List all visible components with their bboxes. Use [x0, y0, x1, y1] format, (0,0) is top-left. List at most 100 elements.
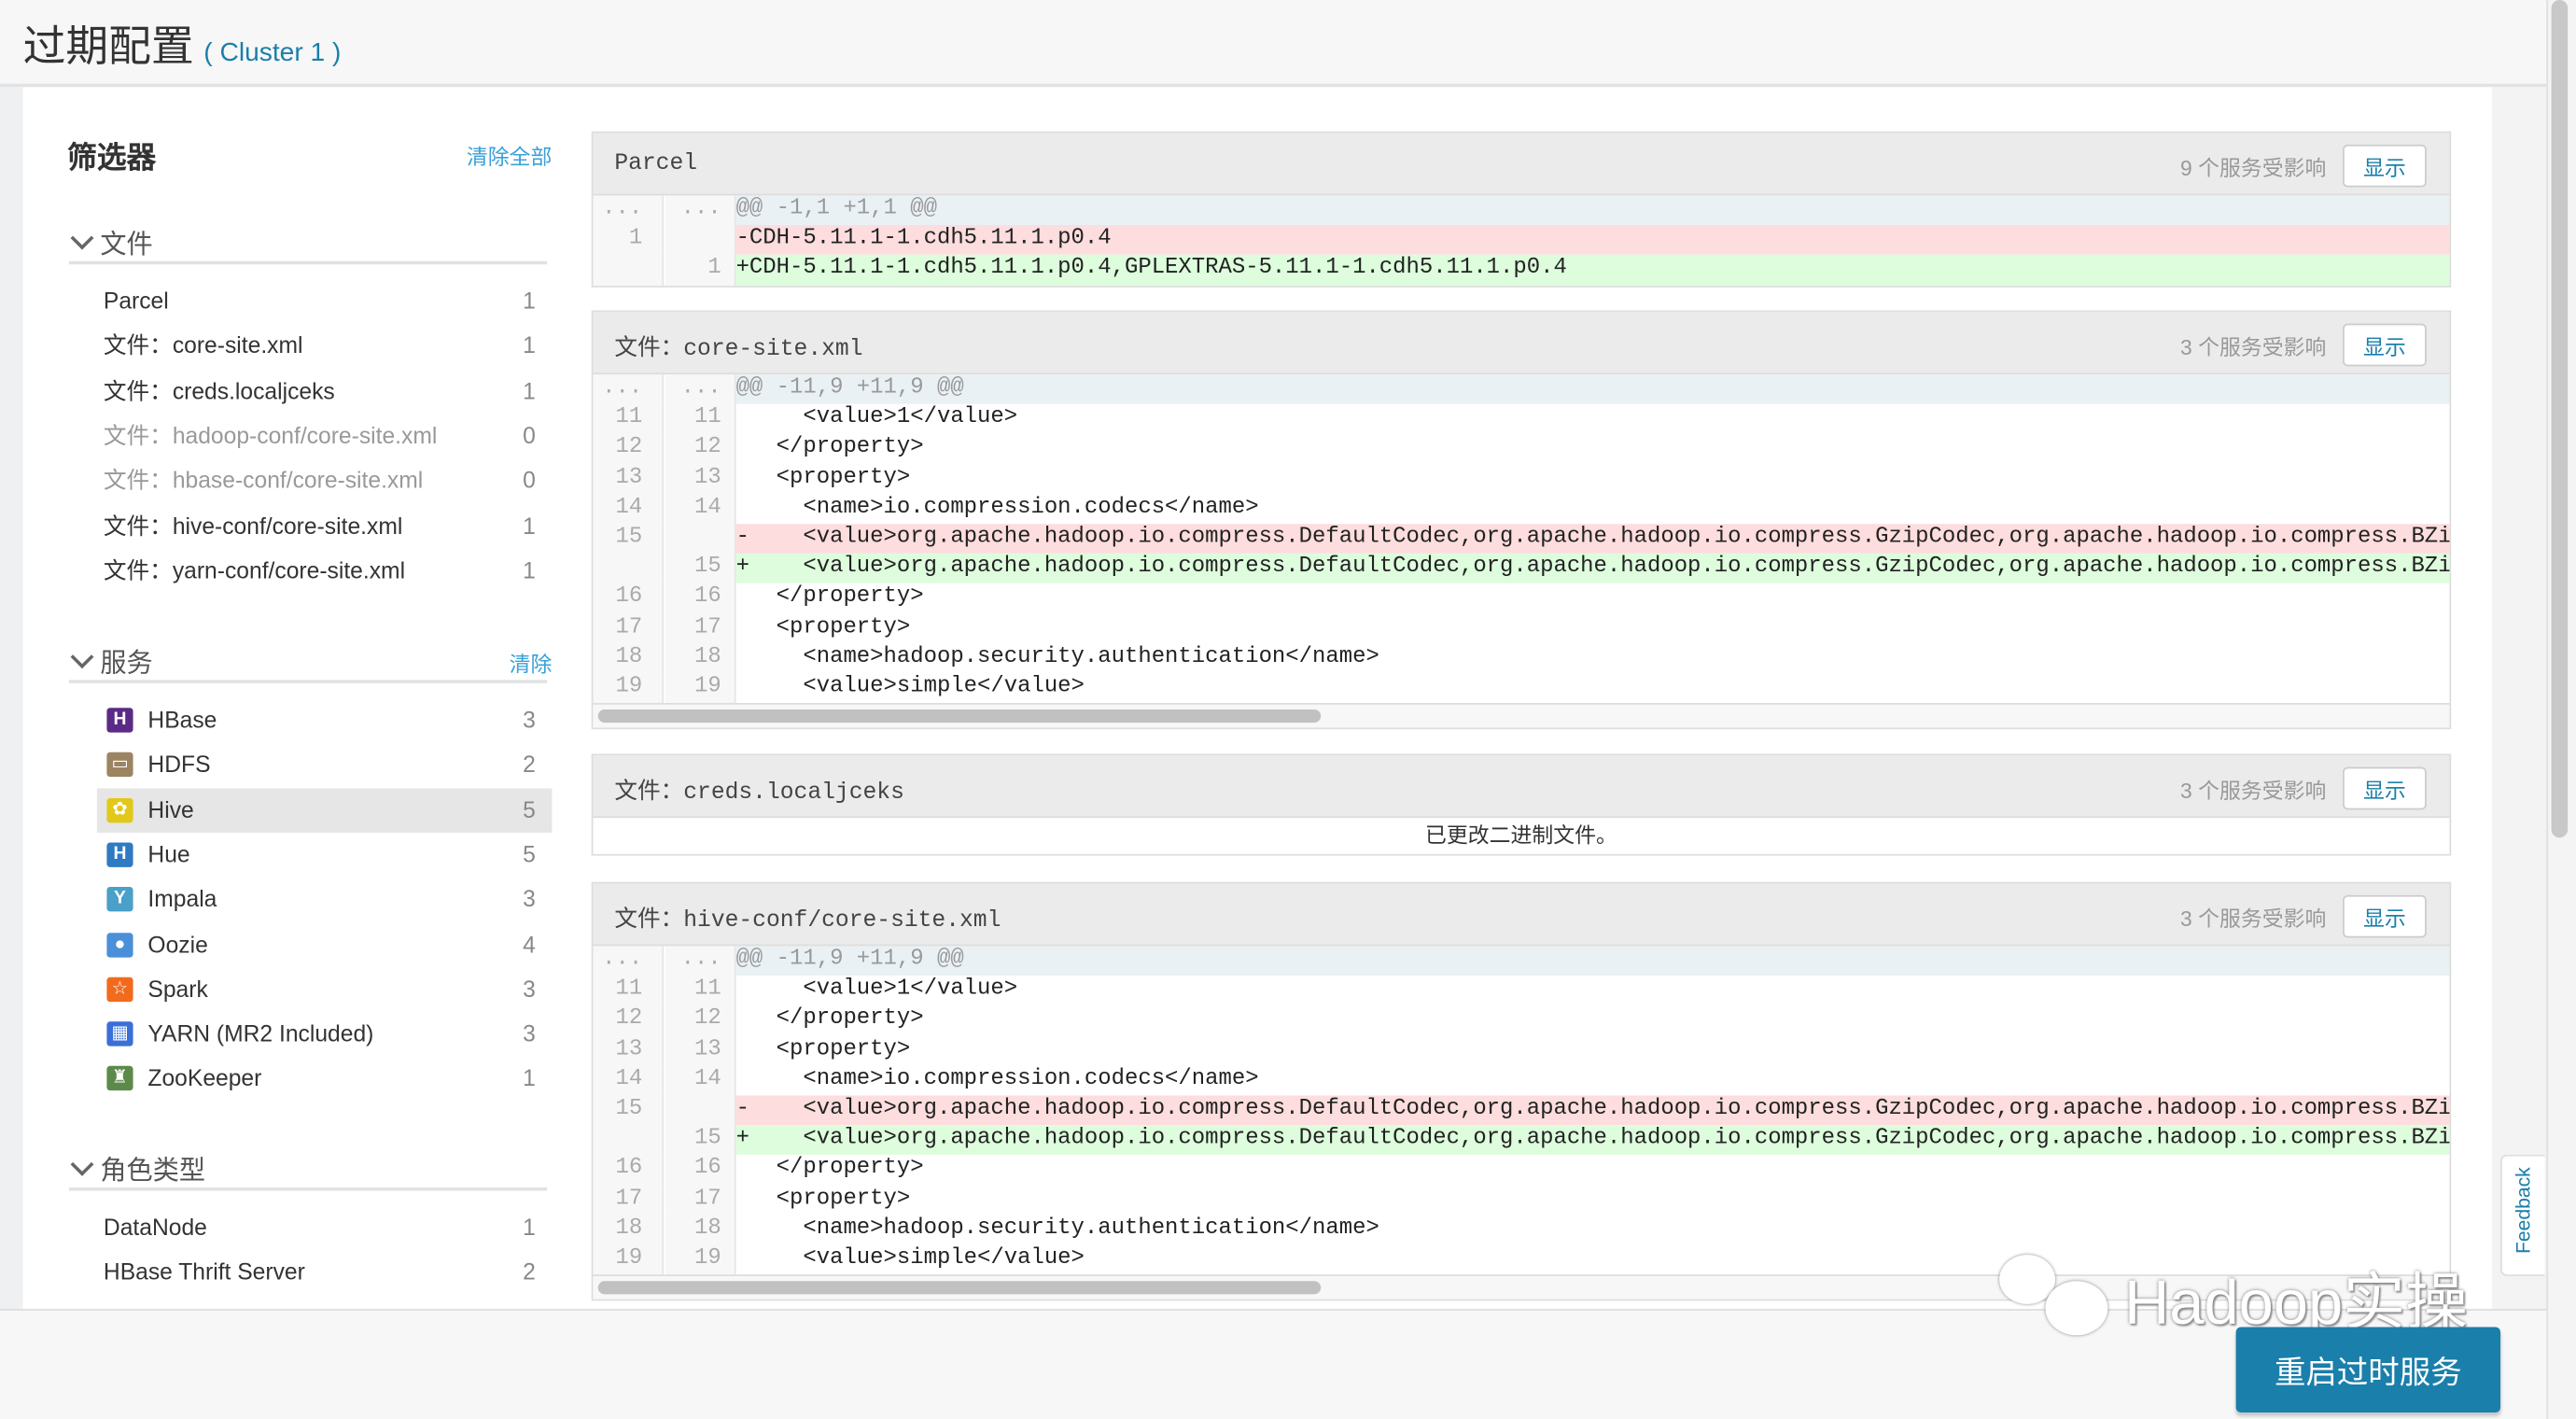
diff-line-ctx: 16 16 </property>	[593, 1155, 2449, 1186]
old-line-number: ...	[593, 946, 665, 976]
filter-item[interactable]: Parcel 1	[97, 279, 553, 324]
page: 过期配置( Cluster 1 ) 筛选器 清除全部 文件 Parcel 1 文件：…	[0, 0, 2576, 1419]
filter-item[interactable]: ● Oozie 4	[97, 922, 553, 967]
filter-item[interactable]: 文件：hadoop-conf/core-site.xml 0	[97, 414, 553, 458]
diff-line-code: + <value>org.apache.hadoop.io.compress.D…	[735, 554, 2450, 584]
new-line-number: 11	[665, 976, 736, 1006]
page-scrollbar-thumb[interactable]	[2551, 0, 2569, 838]
section-services-header[interactable]: 服务	[68, 640, 548, 683]
filter-item-label: Impala	[147, 885, 217, 912]
filter-item[interactable]: 文件：yarn-conf/core-site.xml 1	[97, 548, 553, 593]
filter-item-label: 文件：creds.localjceks	[103, 376, 335, 404]
diff-panel-header: Parcel 9 个服务受影响 显示	[593, 133, 2450, 196]
new-line-number: 18	[665, 1215, 736, 1245]
diff-line-ctx: 14 14 <name>io.compression.codecs</name>	[593, 494, 2449, 525]
filter-item-count: 0	[523, 466, 536, 494]
page-title: 过期配置 ( Cluster 1 )	[23, 13, 342, 74]
show-button[interactable]: 显示	[2343, 894, 2427, 938]
diff-line-code: <name>hadoop.security.authentication</na…	[735, 1216, 1379, 1242]
filter-item[interactable]: 文件：hive-conf/core-site.xml 1	[97, 503, 553, 548]
filter-item-label: Oozie	[147, 930, 208, 957]
new-line-number: 16	[665, 1155, 736, 1186]
old-line-number: 11	[593, 404, 665, 435]
section-files-header[interactable]: 文件	[68, 222, 548, 265]
right-gutter	[2492, 87, 2547, 1310]
impala-icon: Y	[106, 887, 133, 912]
filter-item[interactable]: Y Impala 3	[97, 878, 553, 922]
diff-line-ctx: 13 13 <property>	[593, 1035, 2449, 1066]
old-line-number: 13	[593, 1035, 665, 1066]
diff-line-code: -CDH-5.11.1-1.cdh5.11.1.p0.4	[735, 225, 2450, 256]
diff-line-ctx: 17 17 <property>	[593, 1185, 2449, 1215]
wechat-bubble-icon	[1999, 1255, 2056, 1304]
diff-line-ctx: 11 11 <value>1</value>	[593, 976, 2449, 1006]
filter-item[interactable]: H Hue 5	[97, 833, 553, 878]
hue-icon: H	[106, 842, 133, 867]
show-button[interactable]: 显示	[2343, 144, 2427, 188]
filter-item[interactable]: ☆ Spark 3	[97, 967, 553, 1012]
filter-item[interactable]: ▭ HDFS 2	[97, 743, 553, 788]
horizontal-scrollbar-thumb[interactable]	[597, 1281, 1322, 1295]
filter-item[interactable]: DataNode 1	[97, 1205, 553, 1250]
wechat-bubble-icon	[2045, 1281, 2108, 1336]
filter-item-count: 1	[523, 556, 536, 583]
clear-services-link[interactable]: 清除	[510, 647, 553, 678]
show-button[interactable]: 显示	[2343, 766, 2427, 810]
filter-item[interactable]: 文件：creds.localjceks 1	[97, 369, 553, 414]
cluster-link[interactable]: ( Cluster 1 )	[203, 39, 341, 67]
filter-item-count: 1	[523, 287, 536, 315]
filter-item[interactable]: H HBase 3	[97, 698, 553, 743]
filter-item-count: 3	[523, 706, 536, 733]
diff-panel: Parcel 9 个服务受影响 显示...... @@ -1,1 +1,1 @@ 1 -C…	[591, 131, 2452, 288]
diff-line-code: <name>io.compression.codecs</name>	[735, 495, 1259, 521]
old-line-number: ...	[593, 195, 665, 226]
new-line-number: ...	[665, 946, 736, 976]
old-line-number: 18	[593, 643, 665, 674]
diff-line-ctx: 16 16 </property>	[593, 583, 2449, 614]
filter-item-label: Hue	[147, 840, 190, 867]
diff-line-code: <property>	[735, 1037, 911, 1062]
show-button[interactable]: 显示	[2343, 323, 2427, 367]
filter-item-label: Parcel	[103, 287, 169, 315]
filter-item[interactable]: ✿ Hive 5	[96, 787, 553, 833]
chevron-down-icon	[70, 1152, 94, 1176]
new-line-number: 15	[665, 1125, 736, 1156]
new-line-number: 17	[665, 613, 736, 644]
diff-line-ctx: 19 19 <value>simple</value>	[593, 673, 2449, 704]
clear-all-link[interactable]: 清除全部	[467, 140, 553, 171]
hbase-icon: H	[106, 708, 133, 733]
diff-line-code: - <value>org.apache.hadoop.io.compress.D…	[735, 1095, 2450, 1126]
filter-item[interactable]: HBase Thrift Server 2	[97, 1250, 553, 1295]
new-line-number: 14	[665, 494, 736, 525]
diff-line-code: <value>1</value>	[735, 977, 1018, 1003]
old-line-number: 17	[593, 613, 665, 644]
restart-stale-services-button[interactable]: 重启过时服务	[2235, 1327, 2501, 1412]
filter-item[interactable]: ♜ ZooKeeper 1	[97, 1057, 553, 1102]
section-roles-header[interactable]: 角色类型	[68, 1148, 548, 1191]
diff-line-code: </property>	[735, 1007, 924, 1033]
diff-line-ctx: 18 18 <name>hadoop.security.authenticatio…	[593, 643, 2449, 674]
section-files-label: 文件	[100, 232, 153, 260]
filter-item[interactable]: 文件：hbase-conf/core-site.xml 0	[97, 458, 553, 503]
diff-line-hunk: ...... @@ -1,1 +1,1 @@	[593, 195, 2450, 226]
filter-item-label: HDFS	[147, 751, 211, 778]
feedback-tab[interactable]: Feedback	[2500, 1154, 2545, 1276]
filter-item[interactable]: 文件：core-site.xml 1	[97, 324, 553, 369]
diff-line-code: <name>hadoop.security.authentication</na…	[735, 644, 1379, 670]
chevron-down-icon	[70, 645, 94, 669]
filter-item-count: 5	[523, 840, 536, 867]
old-line-number: 18	[593, 1215, 665, 1245]
diff-lines: ...... @@ -11,9 +11,9 @@ 11 11 <value>1</va…	[593, 946, 2450, 1275]
new-line-number: 15	[665, 554, 736, 584]
horizontal-scrollbar-thumb[interactable]	[597, 710, 1322, 724]
hive-icon: ✿	[106, 797, 133, 822]
horizontal-scrollbar[interactable]	[593, 703, 2450, 728]
old-line-number	[593, 1125, 665, 1156]
old-line-number: 16	[593, 583, 665, 614]
filter-item-count: 3	[523, 885, 536, 912]
diff-lines: ...... @@ -1,1 +1,1 @@ 1 -CDH-5.11.1-1.cdh5…	[593, 195, 2450, 286]
filter-item[interactable]: ▦ YARN (MR2 Included) 3	[97, 1012, 553, 1057]
new-line-number: 11	[665, 404, 736, 435]
filter-item-label: Hive	[147, 795, 194, 822]
diff-line-hunk: ...... @@ -11,9 +11,9 @@	[593, 374, 2450, 405]
